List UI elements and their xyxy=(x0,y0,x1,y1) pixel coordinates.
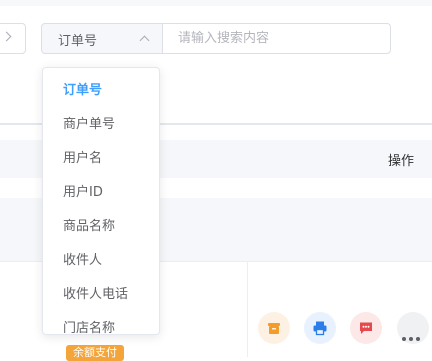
search-field-dropdown: 订单号 商户单号 用户名 用户ID 商品名称 收件人 收件人电话 门店名称 xyxy=(42,67,160,335)
cell-divider xyxy=(247,262,248,357)
top-strip xyxy=(0,0,432,6)
printer-icon xyxy=(313,321,327,336)
search-field-value: 订单号 xyxy=(58,34,98,49)
chevron-down-icon xyxy=(1,31,12,42)
payment-badge: 余额支付 xyxy=(66,345,124,361)
box-icon xyxy=(268,323,280,334)
dropdown-option[interactable]: 商品名称 xyxy=(43,210,159,244)
dropdown-option[interactable]: 用户名 xyxy=(43,142,159,176)
dropdown-option[interactable]: 订单号 xyxy=(43,74,159,108)
message-icon xyxy=(360,322,372,334)
search-field-select[interactable]: 订单号 xyxy=(41,23,163,54)
search-input[interactable] xyxy=(162,23,391,54)
column-header-operations: 操作 xyxy=(388,154,415,169)
filter-select[interactable] xyxy=(0,23,26,54)
more-action-button[interactable] xyxy=(397,312,429,344)
dropdown-option[interactable]: 商户单号 xyxy=(43,108,159,142)
more-icon xyxy=(402,326,424,341)
print-action-button[interactable] xyxy=(304,312,336,344)
dropdown-option[interactable]: 用户ID xyxy=(43,176,159,210)
dropdown-option[interactable]: 门店名称 xyxy=(43,312,159,334)
box-action-button[interactable] xyxy=(258,312,290,344)
dropdown-option[interactable]: 收件人 xyxy=(43,244,159,278)
chevron-up-icon xyxy=(139,35,150,46)
dropdown-list: 订单号 商户单号 用户名 用户ID 商品名称 收件人 收件人电话 门店名称 xyxy=(43,74,159,334)
message-action-button[interactable] xyxy=(350,312,382,344)
dropdown-option[interactable]: 收件人电话 xyxy=(43,278,159,312)
